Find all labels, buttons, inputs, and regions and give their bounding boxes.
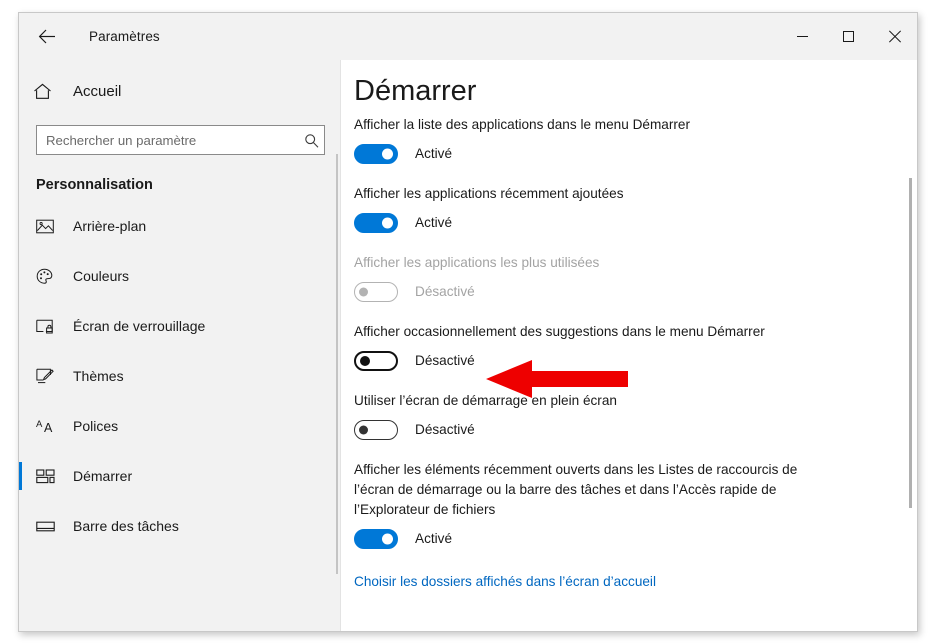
sidebar-item-label: Arrière-plan <box>73 218 147 234</box>
toggle-knob <box>382 533 393 545</box>
setting-recently-opened-items: Afficher les éléments récemment ouverts … <box>354 460 857 549</box>
caption-button-group <box>779 13 917 60</box>
taskbar-icon <box>36 520 66 533</box>
scrollbar-thumb[interactable] <box>909 178 912 508</box>
setting-most-used-apps: Afficher les applications les plus utili… <box>354 253 857 302</box>
toggle-row[interactable]: Activé <box>354 212 857 233</box>
home-icon <box>33 83 67 100</box>
sidebar-item-label: Polices <box>73 418 119 434</box>
search-box[interactable] <box>36 125 325 155</box>
toggle-state-label: Activé <box>415 146 453 162</box>
sidebar-item-label: Écran de verrouillage <box>73 318 206 334</box>
sidebar-home-label: Accueil <box>73 82 122 100</box>
start-tiles-icon <box>36 468 66 484</box>
sidebar-item-taskbar[interactable]: Barre des tâches <box>19 507 341 545</box>
sidebar-item-label: Démarrer <box>73 468 133 484</box>
toggle-state-label: Désactivé <box>415 422 475 438</box>
choose-folders-link[interactable]: Choisir les dossiers affichés dans l’écr… <box>354 574 656 589</box>
title-bar: Paramètres <box>19 13 917 60</box>
svg-text:A: A <box>36 419 43 430</box>
toggle-switch[interactable] <box>354 419 398 440</box>
toggle-switch[interactable] <box>354 528 398 549</box>
sidebar-item-fonts[interactable]: A A Polices <box>19 407 341 445</box>
sidebar-scrollbar[interactable] <box>336 154 338 574</box>
toggle-switch[interactable] <box>354 143 398 164</box>
toggle-state-label: Activé <box>415 215 453 231</box>
minimize-icon <box>796 36 808 37</box>
toggle-switch[interactable] <box>354 350 398 371</box>
font-aa-icon: A A <box>36 418 66 434</box>
page-title: Démarrer <box>354 75 489 108</box>
image-icon <box>36 219 66 234</box>
sidebar-item-label: Barre des tâches <box>73 518 179 534</box>
toggle-state-label: Désactivé <box>415 353 475 369</box>
toggle-state-label: Activé <box>415 531 453 547</box>
setting-description: Afficher la liste des applications dans … <box>354 117 690 132</box>
main-scrollbar[interactable] <box>909 60 912 631</box>
sidebar-section-title: Personnalisation <box>36 177 153 193</box>
sidebar-item-start[interactable]: Démarrer <box>19 457 341 495</box>
palette-icon <box>36 268 66 285</box>
toggle-knob <box>382 217 393 229</box>
toggle-row[interactable]: Désactivé <box>354 350 857 371</box>
sidebar-item-label: Thèmes <box>73 368 124 384</box>
toggle-row[interactable]: Désactivé <box>354 419 857 440</box>
toggle-knob <box>382 148 393 160</box>
minimize-button[interactable] <box>779 13 825 60</box>
setting-description: Afficher occasionnellement des suggestio… <box>354 323 765 339</box>
back-button[interactable] <box>25 18 69 56</box>
maximize-icon <box>842 31 854 42</box>
maximize-button[interactable] <box>825 13 871 60</box>
search-icon[interactable] <box>298 133 324 148</box>
setting-description: Afficher les applications récemment ajou… <box>354 185 624 201</box>
toggle-switch <box>354 281 398 302</box>
sidebar-item-home[interactable]: Accueil <box>19 71 341 111</box>
toggle-row[interactable]: Activé <box>354 528 857 549</box>
main-pane: Démarrer Afficher la liste des applicati… <box>341 60 917 631</box>
sidebar-nav: Arrière-plan Couleurs Écran de verrouill… <box>19 207 341 545</box>
app-title: Paramètres <box>89 29 160 44</box>
toggle-knob <box>359 287 368 297</box>
toggle-switch[interactable] <box>354 212 398 233</box>
selection-indicator <box>19 462 22 490</box>
toggle-state-label: Désactivé <box>415 284 475 300</box>
setting-description: Afficher les applications les plus utili… <box>354 254 600 270</box>
toggle-knob <box>359 425 368 435</box>
sidebar-item-lock-screen[interactable]: Écran de verrouillage <box>19 307 341 345</box>
brush-icon <box>36 368 66 384</box>
search-input[interactable] <box>37 132 298 148</box>
lock-screen-icon <box>36 319 66 334</box>
screenshot-root: Paramètres Accueil Rechercher un paramèt… <box>0 0 939 644</box>
sidebar: Accueil Personnalisation <box>19 60 341 631</box>
svg-text:A: A <box>44 421 53 434</box>
window-content: Accueil Personnalisation <box>19 60 917 631</box>
sidebar-item-label: Couleurs <box>73 268 130 284</box>
sidebar-item-themes[interactable]: Thèmes <box>19 357 341 395</box>
setting-description: Utiliser l’écran de démarrage en plein é… <box>354 392 617 408</box>
close-icon <box>888 30 901 43</box>
close-button[interactable] <box>871 13 917 60</box>
choose-folders-link-row: Choisir les dossiers affichés dans l’écr… <box>354 573 857 591</box>
sidebar-item-background[interactable]: Arrière-plan <box>19 207 341 245</box>
setting-show-app-list: Afficher la liste des applications dans … <box>354 115 857 164</box>
settings-scroll-area: Afficher la liste des applications dans … <box>341 60 917 631</box>
setting-recently-added-apps: Afficher les applications récemment ajou… <box>354 184 857 233</box>
toggle-knob <box>360 355 370 366</box>
settings-window: Paramètres Accueil Rechercher un paramèt… <box>18 12 918 632</box>
sidebar-item-colors[interactable]: Couleurs <box>19 257 341 295</box>
setting-fullscreen-start: Utiliser l’écran de démarrage en plein é… <box>354 391 857 440</box>
setting-description: Afficher les éléments récemment ouverts … <box>354 461 798 517</box>
toggle-row: Désactivé <box>354 281 857 302</box>
toggle-row[interactable]: Activé <box>354 143 857 164</box>
setting-occasional-suggestions: Afficher occasionnellement des suggestio… <box>354 322 857 371</box>
